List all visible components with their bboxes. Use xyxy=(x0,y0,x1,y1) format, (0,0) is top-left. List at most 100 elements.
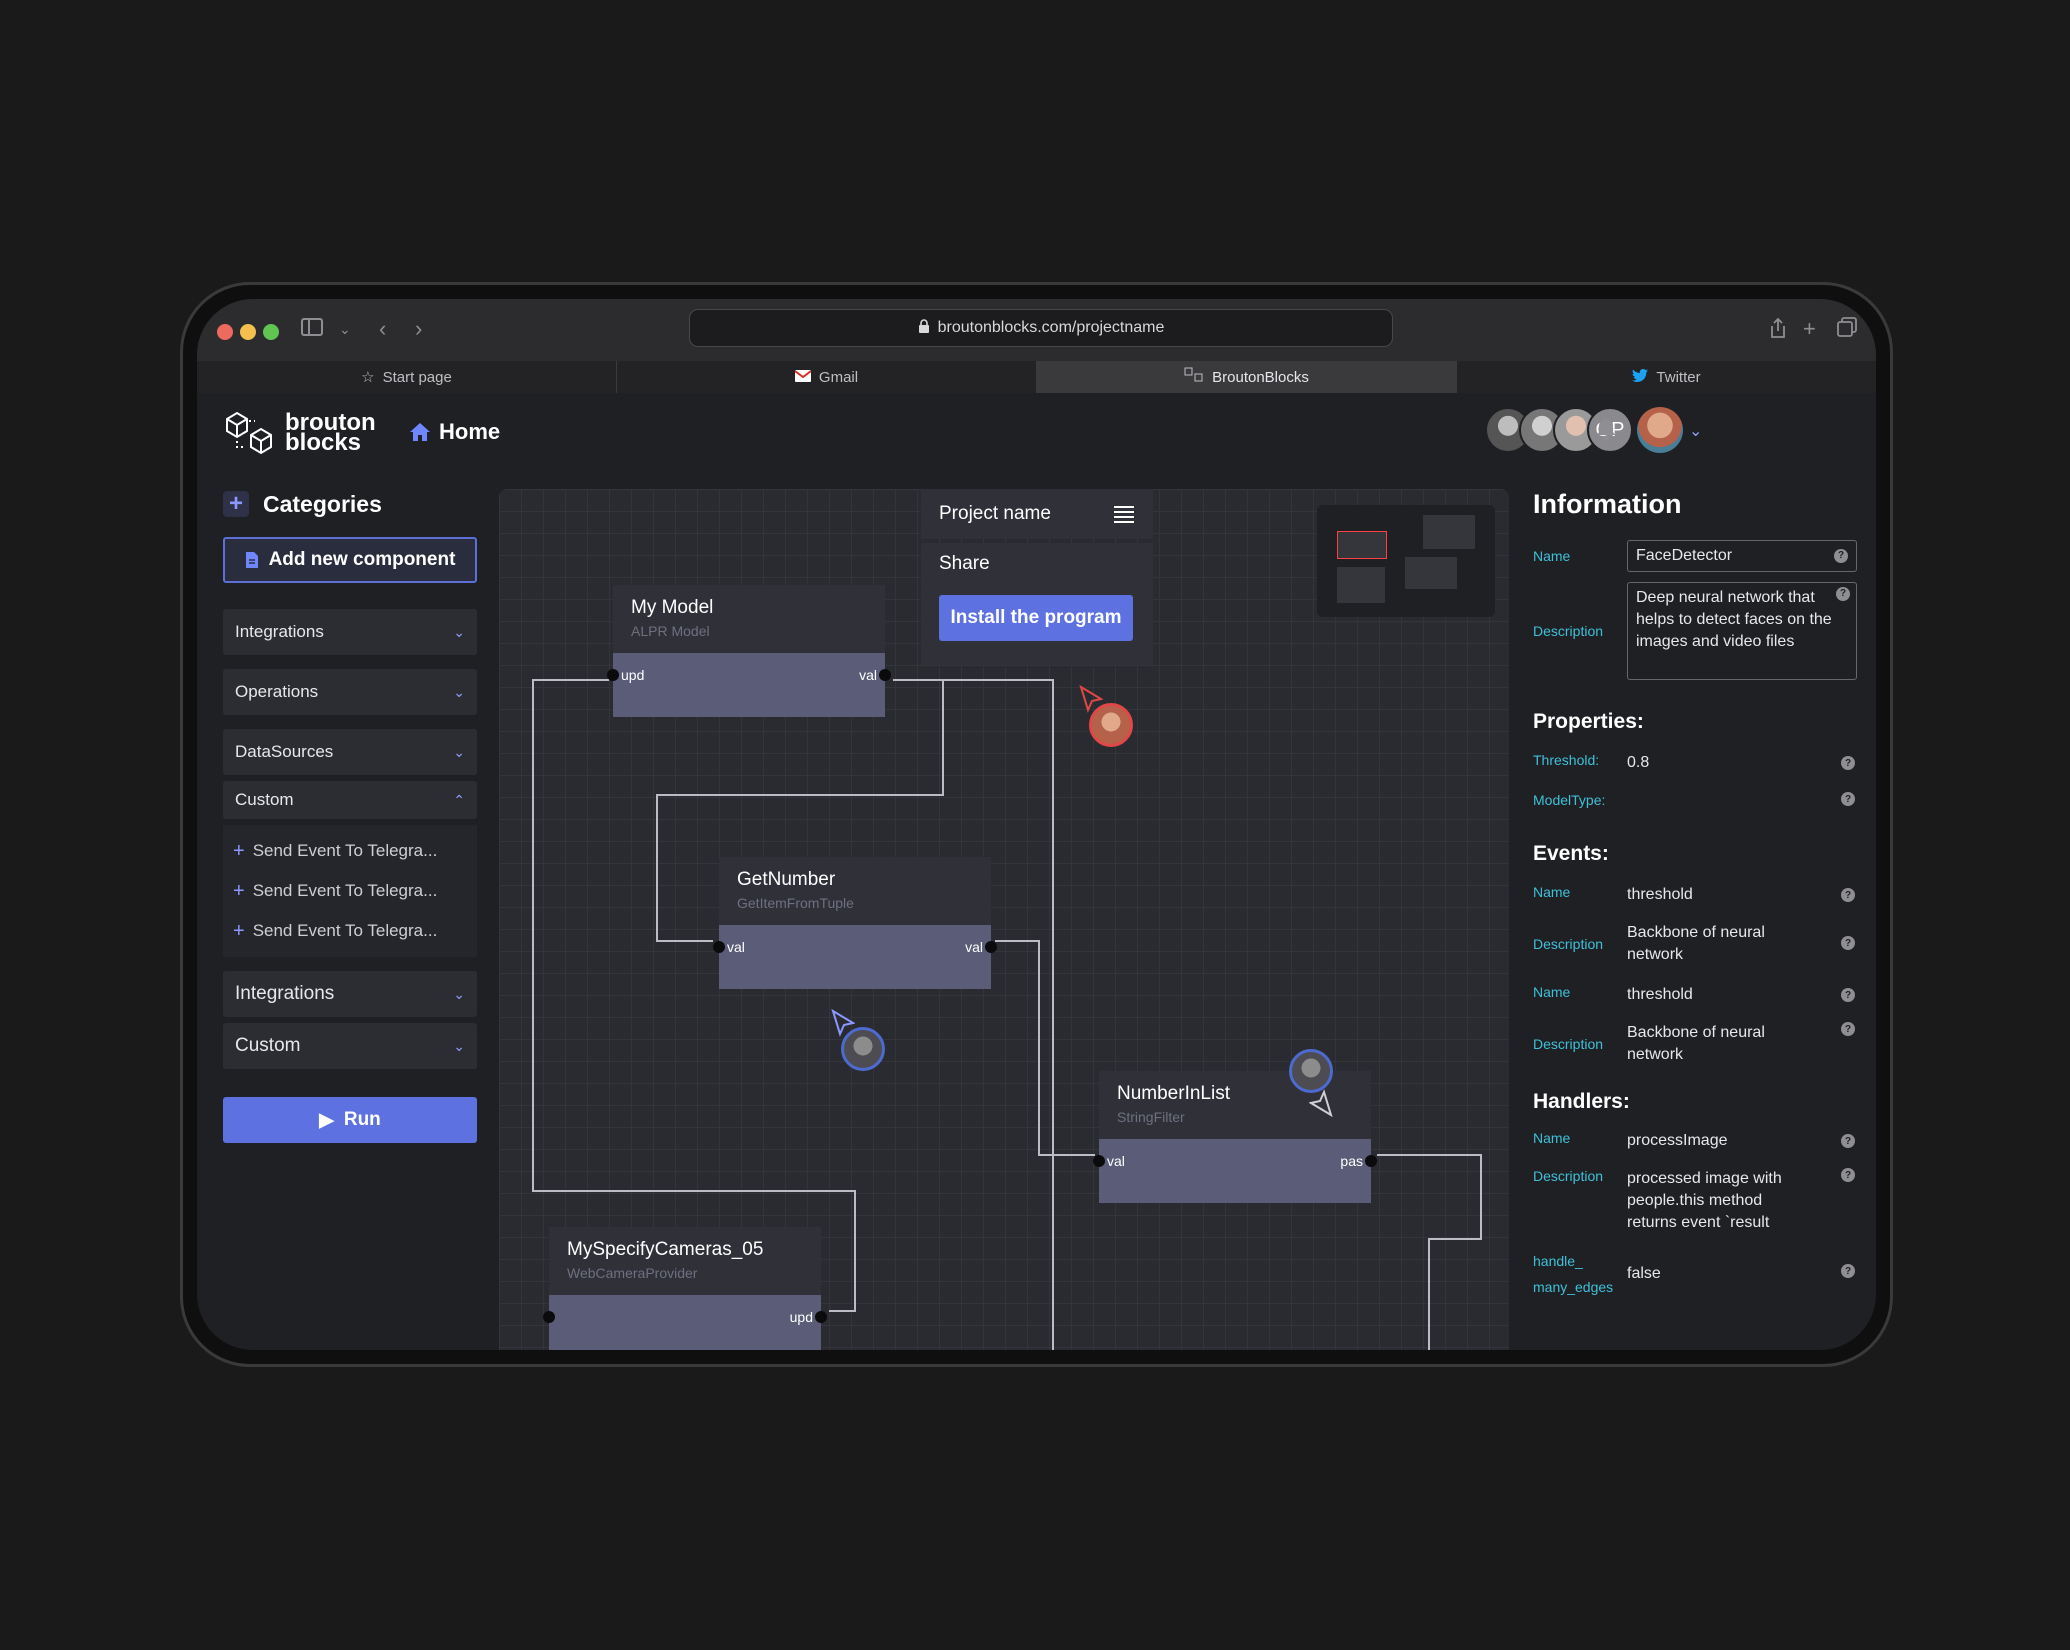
forward-icon[interactable]: › xyxy=(415,317,422,341)
run-button[interactable]: ▶ Run xyxy=(223,1097,477,1143)
tab-gmail[interactable]: Gmail xyxy=(617,361,1037,393)
event-value: threshold xyxy=(1627,886,1693,903)
info-icon[interactable]: ? xyxy=(1841,988,1855,1002)
info-icon[interactable]: ? xyxy=(1841,888,1855,902)
minimap-viewport[interactable] xyxy=(1337,531,1387,559)
user-avatar[interactable] xyxy=(1637,407,1683,453)
maximize-window-button[interactable] xyxy=(263,324,279,340)
output-port[interactable] xyxy=(1365,1155,1377,1167)
lock-icon xyxy=(918,318,930,338)
share-icon[interactable] xyxy=(1769,317,1787,344)
tab-broutonblocks[interactable]: BroutonBlocks xyxy=(1037,361,1457,393)
section-label: Custom xyxy=(235,790,294,809)
list-item-label: Send Event To Telegra... xyxy=(252,921,438,940)
cursor-arrow-icon xyxy=(1309,1089,1333,1117)
info-icon[interactable]: ? xyxy=(1841,792,1855,806)
event-label: Name xyxy=(1533,984,1571,1000)
field-label: Name xyxy=(1533,548,1571,564)
app: brouton blocks Home OP ⌄ + Categories xyxy=(197,393,1876,1350)
output-port-label: val xyxy=(965,939,983,955)
chevron-up-icon: ⌃ xyxy=(453,791,465,808)
list-item-label: Send Event To Telegra... xyxy=(252,881,438,900)
info-icon[interactable]: ? xyxy=(1834,549,1848,563)
event-label: Name xyxy=(1533,884,1571,900)
node-subtitle: ALPR Model xyxy=(631,623,710,639)
input-port[interactable] xyxy=(713,941,725,953)
url-text: broutonblocks.com/projectname xyxy=(937,319,1165,336)
input-port[interactable] xyxy=(607,669,619,681)
tab-overview-icon[interactable] xyxy=(1837,317,1857,342)
node-subtitle: WebCameraProvider xyxy=(567,1265,698,1281)
chevron-down-icon[interactable]: ⌄ xyxy=(339,317,351,341)
screen: ⌄ ‹ › broutonblocks.com/projectname + ☆ … xyxy=(197,299,1876,1350)
info-icon[interactable]: ? xyxy=(1836,587,1850,601)
share-link[interactable]: Share xyxy=(939,553,1135,575)
list-item-label: Send Event To Telegra... xyxy=(252,841,438,860)
node-title: GetNumber xyxy=(737,869,836,890)
output-port-label: pas xyxy=(1340,1153,1363,1169)
project-header[interactable]: Project name xyxy=(921,489,1153,539)
section-operations[interactable]: Operations ⌄ xyxy=(223,669,477,715)
info-icon[interactable]: ? xyxy=(1841,756,1855,770)
property-value[interactable]: 0.8 xyxy=(1627,752,1649,774)
collaborator-cursor-avatar xyxy=(841,1027,885,1071)
information-title: Information xyxy=(1533,489,1682,519)
info-icon[interactable]: ? xyxy=(1841,1134,1855,1148)
tab-label: Twitter xyxy=(1656,368,1701,386)
tab-twitter[interactable]: Twitter xyxy=(1457,361,1876,393)
install-program-button[interactable]: Install the program xyxy=(939,595,1133,641)
output-port[interactable] xyxy=(985,941,997,953)
bell-icon[interactable] xyxy=(1595,417,1617,446)
name-input[interactable]: FaceDetector ? xyxy=(1627,540,1857,572)
logo[interactable]: brouton blocks xyxy=(223,409,376,457)
back-icon[interactable]: ‹ xyxy=(379,317,386,341)
node-my-model[interactable]: My Model ALPR Model upd val xyxy=(607,585,891,717)
node-my-specify-cameras[interactable]: MySpecifyCameras_05 WebCameraProvider up… xyxy=(543,1227,827,1350)
section-custom[interactable]: Custom ⌃ xyxy=(223,781,477,819)
run-label: Run xyxy=(343,1109,381,1130)
minimap[interactable] xyxy=(1317,505,1495,617)
event-label: Description xyxy=(1533,1036,1604,1052)
add-category-icon[interactable]: + xyxy=(223,490,249,517)
property-label: Threshold: xyxy=(1533,752,1600,768)
info-icon[interactable]: ? xyxy=(1841,1168,1855,1182)
star-icon: ☆ xyxy=(361,369,375,386)
close-window-button[interactable] xyxy=(217,324,233,340)
node-canvas[interactable]: Project name Share Install the program M… xyxy=(499,489,1509,1350)
chevron-down-icon[interactable]: ⌄ xyxy=(1689,421,1702,441)
section-label: Integrations xyxy=(235,622,324,641)
section-custom-2[interactable]: Custom ⌄ xyxy=(223,1023,477,1069)
output-port[interactable] xyxy=(879,669,891,681)
info-description-row: Description Deep neural network that hel… xyxy=(1533,582,1863,680)
minimap-node xyxy=(1405,557,1457,589)
output-port[interactable] xyxy=(815,1311,827,1323)
description-input[interactable]: Deep neural network that helps to detect… xyxy=(1627,582,1857,680)
info-icon[interactable]: ? xyxy=(1841,936,1855,950)
new-tab-icon[interactable]: + xyxy=(1803,317,1816,341)
list-item[interactable]: + Send Event To Telegra... xyxy=(233,911,467,951)
sidebar-toggle-icon[interactable] xyxy=(301,317,323,341)
name-value: FaceDetector xyxy=(1636,547,1733,564)
info-icon[interactable]: ? xyxy=(1841,1022,1855,1036)
tab-start-page[interactable]: ☆ Start page xyxy=(197,361,617,393)
list-item[interactable]: + Send Event To Telegra... xyxy=(233,831,467,871)
property-row: ModelType: ? xyxy=(1533,792,1863,814)
address-bar[interactable]: broutonblocks.com/projectname xyxy=(689,309,1393,347)
input-port[interactable] xyxy=(1093,1155,1105,1167)
logo-line-2: blocks xyxy=(285,429,362,456)
minimize-window-button[interactable] xyxy=(240,324,256,340)
section-integrations-2[interactable]: Integrations ⌄ xyxy=(223,971,477,1017)
node-get-number[interactable]: GetNumber GetItemFromTuple val val xyxy=(713,857,997,989)
section-integrations[interactable]: Integrations ⌄ xyxy=(223,609,477,655)
section-datasources[interactable]: DataSources ⌄ xyxy=(223,729,477,775)
event-row: Description Backbone of neural network ? xyxy=(1533,1022,1863,1066)
add-new-component-button[interactable]: Add new component xyxy=(223,537,477,583)
list-item[interactable]: + Send Event To Telegra... xyxy=(233,871,467,911)
input-port[interactable] xyxy=(543,1311,555,1323)
gmail-icon xyxy=(794,369,812,386)
collaborator-cursor-avatar xyxy=(1289,1049,1333,1093)
properties-title: Properties: xyxy=(1533,710,1644,733)
info-icon[interactable]: ? xyxy=(1841,1264,1855,1278)
home-link[interactable]: Home xyxy=(409,419,500,445)
hamburger-menu-icon[interactable] xyxy=(1113,505,1135,523)
